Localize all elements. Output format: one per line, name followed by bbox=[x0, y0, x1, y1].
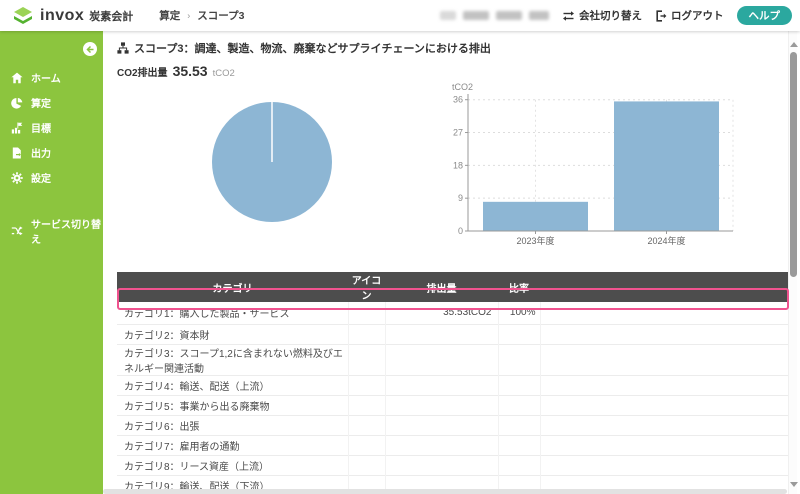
emission-summary: CO2排出量 35.53 tCO2 bbox=[117, 63, 235, 79]
sidebar-item-target[interactable]: 目標 bbox=[0, 115, 103, 140]
logout-icon bbox=[655, 10, 667, 22]
redacted-text-block bbox=[496, 11, 522, 20]
document-export-icon bbox=[11, 147, 23, 159]
pie-chart-icon bbox=[11, 97, 23, 109]
svg-text:36: 36 bbox=[453, 95, 463, 105]
scroll-up-button[interactable] bbox=[790, 42, 798, 47]
sidebar-item-output[interactable]: 出力 bbox=[0, 140, 103, 165]
col-header-category: カテゴリ bbox=[117, 272, 348, 302]
redacted-user-info bbox=[440, 11, 549, 20]
redacted-text-block bbox=[440, 11, 456, 20]
bar-chart-wrap: 0 9 18 27 36 2023年度 2024年度 tCO2 bbox=[448, 81, 740, 258]
page-title: スコープ3：調達、製造、物流、廃棄などサプライチェーンにおける排出 bbox=[134, 40, 491, 56]
sidebar: ホーム 算定 bbox=[0, 31, 103, 494]
table-row[interactable]: カテゴリ7：雇用者の通勤 bbox=[117, 435, 789, 455]
breadcrumb: 算定 › スコープ3 bbox=[159, 8, 244, 23]
sidebar-item-home[interactable]: ホーム bbox=[0, 65, 103, 90]
app-window: invox 炭素会計 算定 › スコープ3 bbox=[0, 0, 800, 494]
invox-logo-icon bbox=[12, 5, 34, 27]
emission-value: 35.53 bbox=[173, 63, 208, 79]
bar bbox=[483, 202, 588, 231]
collapse-sidebar-button[interactable] bbox=[83, 42, 97, 56]
horizontal-scrollbar[interactable] bbox=[103, 489, 787, 494]
sidebar-item-service-switch[interactable]: サービス切り替え bbox=[0, 218, 103, 243]
sidebar-item-calculation[interactable]: 算定 bbox=[0, 90, 103, 115]
shuffle-icon bbox=[11, 225, 23, 237]
table-row[interactable]: カテゴリ5：事業から出る廃棄物 bbox=[117, 395, 789, 415]
company-switch-label: 会社切り替え bbox=[579, 8, 642, 23]
emission-unit: tCO2 bbox=[213, 68, 235, 79]
svg-text:9: 9 bbox=[458, 193, 463, 203]
sidebar-item-label: 設定 bbox=[31, 170, 51, 185]
goal-chart-icon bbox=[11, 122, 23, 134]
sidebar-item-label: 出力 bbox=[31, 145, 51, 160]
svg-text:27: 27 bbox=[453, 128, 463, 138]
company-switch-button[interactable]: 会社切り替え bbox=[562, 8, 642, 23]
vertical-scrollbar-thumb[interactable] bbox=[790, 52, 797, 277]
logout-button[interactable]: ログアウト bbox=[655, 8, 724, 23]
breadcrumb-chevron-icon: › bbox=[187, 10, 190, 20]
header-actions: 会社切り替え ログアウト ヘルプ bbox=[440, 6, 792, 25]
breadcrumb-item-calc[interactable]: 算定 bbox=[159, 8, 180, 23]
svg-text:0: 0 bbox=[458, 226, 463, 236]
sitemap-icon bbox=[117, 42, 129, 54]
col-header-ratio: 比率 bbox=[498, 272, 540, 302]
svg-text:18: 18 bbox=[453, 160, 463, 170]
col-header-emission: 排出量 bbox=[385, 272, 498, 302]
category-table-body: カテゴリ1：購入した製品・サービス35.53tCO2100%カテゴリ2：資本財カ… bbox=[117, 302, 789, 494]
table-row[interactable]: カテゴリ1：購入した製品・サービス35.53tCO2100% bbox=[117, 302, 789, 324]
top-header: invox 炭素会計 算定 › スコープ3 bbox=[0, 0, 800, 31]
table-row[interactable]: カテゴリ2：資本財 bbox=[117, 324, 789, 344]
scroll-down-button[interactable] bbox=[790, 482, 798, 487]
sidebar-item-label: 目標 bbox=[31, 120, 51, 135]
redacted-text-block bbox=[529, 11, 549, 20]
category-table-wrap: カテゴリ アイコン 排出量 比率 カテゴリ1：購入した製品・サービス35.53t… bbox=[117, 272, 789, 494]
redacted-text-block bbox=[463, 11, 489, 20]
sidebar-item-label: 算定 bbox=[31, 95, 51, 110]
table-row[interactable]: カテゴリ3：スコープ1,2に含まれない燃料及びエネルギー関連活動 bbox=[117, 344, 789, 375]
emission-label: CO2排出量 bbox=[117, 64, 168, 79]
arrow-left-icon bbox=[86, 45, 95, 54]
breadcrumb-item-scope3: スコープ3 bbox=[197, 8, 244, 23]
swap-arrows-icon bbox=[562, 10, 575, 22]
svg-text:2023年度: 2023年度 bbox=[516, 235, 554, 246]
logout-label: ログアウト bbox=[671, 8, 724, 23]
brand-name: invox bbox=[40, 7, 84, 25]
gear-icon bbox=[11, 172, 23, 184]
main-content: スコープ3：調達、製造、物流、廃棄などサプライチェーンにおける排出 CO2排出量… bbox=[103, 31, 800, 494]
col-header-empty bbox=[540, 272, 789, 302]
vertical-scrollbar bbox=[788, 31, 797, 494]
svg-text:tCO2: tCO2 bbox=[452, 82, 473, 92]
app-logo[interactable]: invox 炭素会計 bbox=[12, 5, 133, 27]
page-title-row: スコープ3：調達、製造、物流、廃棄などサプライチェーンにおける排出 bbox=[117, 40, 491, 56]
category-table: カテゴリ アイコン 排出量 比率 カテゴリ1：購入した製品・サービス35.53t… bbox=[117, 272, 789, 494]
svg-text:2024年度: 2024年度 bbox=[647, 235, 685, 246]
table-row[interactable]: カテゴリ6：出張 bbox=[117, 415, 789, 435]
col-header-icon: アイコン bbox=[348, 272, 385, 302]
table-row[interactable]: カテゴリ8：リース資産（上流） bbox=[117, 455, 789, 475]
sidebar-item-settings[interactable]: 設定 bbox=[0, 165, 103, 190]
sidebar-item-label: ホーム bbox=[31, 70, 61, 85]
sidebar-nav: ホーム 算定 bbox=[0, 65, 103, 243]
table-header-row: カテゴリ アイコン 排出量 比率 bbox=[117, 272, 789, 302]
bar-chart: 0 9 18 27 36 2023年度 2024年度 tCO2 bbox=[448, 81, 740, 253]
brand-suffix: 炭素会計 bbox=[89, 8, 133, 24]
sidebar-item-label: サービス切り替え bbox=[31, 216, 103, 246]
table-row[interactable]: カテゴリ4：輸送、配送（上流） bbox=[117, 375, 789, 395]
home-icon bbox=[11, 72, 23, 84]
help-button[interactable]: ヘルプ bbox=[737, 6, 793, 25]
bar bbox=[614, 101, 719, 231]
pie-chart bbox=[212, 102, 332, 222]
